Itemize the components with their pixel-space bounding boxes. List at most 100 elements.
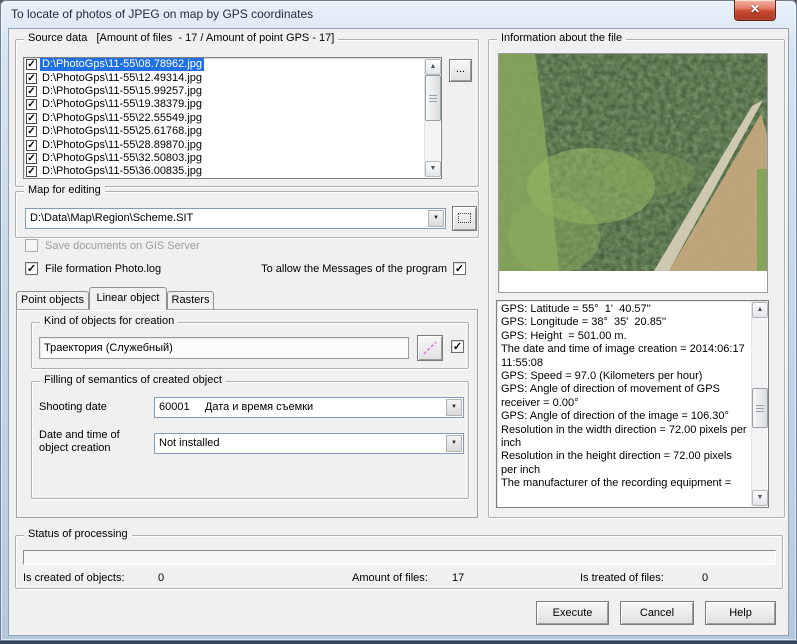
treated-files-value: 0 [702,572,708,584]
photolog-checkbox[interactable]: ✓ [25,262,38,275]
line-style-button[interactable] [417,335,443,361]
info-scrollbar[interactable]: ▲ ▼ [751,302,767,506]
check-icon: ✓ [27,167,35,176]
file-list-item[interactable]: ✓ D:\PhotoGps\11-55\25.61768.jpg [24,125,441,138]
scroll-down-icon[interactable]: ▼ [425,161,441,177]
file-checkbox[interactable]: ✓ [26,140,37,151]
dotted-rect-icon [458,213,471,223]
file-list-item[interactable]: ✓ D:\PhotoGps\11-55\32.50803.jpg [24,152,441,165]
map-combobox[interactable]: D:\Data\Map\Region\Scheme.SIT ▼ [25,208,446,229]
amount-files-value: 17 [452,572,464,584]
chevron-down-icon[interactable]: ▼ [446,399,462,416]
save-gis-checkbox [25,239,38,252]
file-list-scrollbar[interactable]: ▲ ▼ [424,59,440,177]
kind-field[interactable]: Траектория (Служебный) [39,337,409,359]
kind-group-label: Kind of objects for creation [40,315,178,327]
kind-checkbox[interactable]: ✓ [451,340,464,353]
execute-button[interactable]: Execute [536,601,609,625]
file-list-item[interactable]: ✓ D:\PhotoGps\11-55\12.49314.jpg [24,71,441,84]
scroll-thumb[interactable] [752,388,768,428]
tab-label: Point objects [21,294,84,306]
close-icon: ✕ [750,2,760,16]
file-list-item[interactable]: ✓ D:\PhotoGps\11-55\22.55549.jpg [24,112,441,125]
file-list-item[interactable]: ✓ D:\PhotoGps\11-55\28.89870.jpg [24,138,441,151]
cancel-button-label: Cancel [640,607,674,619]
source-data-label: Source data [Amount of files - 17 / Amou… [24,32,338,44]
creation-date-value: Not installed [159,437,443,449]
check-icon: ✓ [455,264,464,274]
tab-label: Linear object [97,292,160,304]
file-checkbox[interactable]: ✓ [26,113,37,124]
scroll-up-icon[interactable]: ▲ [752,302,768,318]
chevron-down-icon[interactable]: ▼ [428,210,444,227]
tab-point-objects[interactable]: Point objects [16,291,89,309]
photolog-label: File formation Photo.log [45,263,161,275]
execute-button-label: Execute [553,607,593,619]
file-list-item[interactable]: ✓ D:\PhotoGps\11-55\19.38379.jpg [24,98,441,111]
help-button[interactable]: Help [705,601,776,625]
file-checkbox[interactable]: ✓ [26,73,37,84]
file-path: D:\PhotoGps\11-55\28.89870.jpg [40,139,204,152]
check-icon: ✓ [27,74,35,83]
file-info-textbox[interactable]: GPS: Latitude = 55° 1' 40.57'' GPS: Long… [496,300,769,508]
aerial-forest-photo [499,54,767,271]
cancel-button[interactable]: Cancel [620,601,694,625]
treated-files-label: Is treated of files: [580,572,664,584]
file-checkbox[interactable]: ✓ [26,59,37,70]
file-path: D:\PhotoGps\11-55\32.50803.jpg [40,152,204,165]
check-icon: ✓ [27,154,35,163]
file-checkbox[interactable]: ✓ [26,86,37,97]
scroll-down-icon[interactable]: ▼ [752,490,768,506]
check-icon: ✓ [27,60,35,69]
file-path: D:\PhotoGps\11-55\36.00835.jpg [40,165,204,178]
save-gis-label: Save documents on GIS Server [45,240,200,252]
title-bar[interactable]: To locate of photos of JPEG on map by GP… [0,0,797,28]
file-list[interactable]: ✓ D:\PhotoGps\11-55\08.78962.jpg ✓ D:\Ph… [23,57,442,179]
created-objects-value: 0 [158,572,164,584]
close-button[interactable]: ✕ [734,0,776,21]
file-list-item[interactable]: ✓ D:\PhotoGps\11-55\36.00835.jpg [24,165,441,178]
file-checkbox[interactable]: ✓ [26,99,37,110]
tab-rasters[interactable]: Rasters [167,291,214,309]
check-icon: ✓ [27,264,36,274]
select-map-button[interactable] [452,206,477,231]
check-icon: ✓ [27,87,35,96]
check-icon: ✓ [27,127,35,136]
help-button-label: Help [729,607,752,619]
messages-checkbox[interactable]: ✓ [453,262,466,275]
map-group-label: Map for editing [24,184,105,196]
created-objects-label: Is created of objects: [23,572,125,584]
file-path: D:\PhotoGps\11-55\25.61768.jpg [40,125,204,138]
file-path: D:\PhotoGps\11-55\12.49314.jpg [40,72,204,85]
creation-date-combobox[interactable]: Not installed ▼ [154,433,464,454]
status-group-label: Status of processing [24,528,132,540]
file-checkbox[interactable]: ✓ [26,126,37,137]
photo-preview [498,53,768,293]
browse-files-button[interactable]: ... [449,59,472,82]
scroll-up-icon[interactable]: ▲ [425,59,441,75]
kind-field-value: Траектория (Служебный) [44,342,173,354]
file-path: D:\PhotoGps\11-55\22.55549.jpg [40,112,204,125]
tab-linear-object[interactable]: Linear object [89,287,167,310]
messages-label: To allow the Messages of the program [259,263,447,275]
dialog-window: To locate of photos of JPEG on map by GP… [0,0,797,644]
semantics-group-label: Filling of semantics of created object [40,374,226,386]
file-list-item[interactable]: ✓ D:\PhotoGps\11-55\08.78962.jpg [24,58,441,71]
file-path: D:\PhotoGps\11-55\08.78962.jpg [40,58,204,71]
file-checkbox[interactable]: ✓ [26,153,37,164]
file-list-item[interactable]: ✓ D:\PhotoGps\11-55\15.99257.jpg [24,85,441,98]
file-info-text: GPS: Latitude = 55° 1' 40.57'' GPS: Long… [501,303,748,505]
shooting-date-combobox[interactable]: 60001 Дата и время съемки ▼ [154,397,464,418]
file-checkbox[interactable]: ✓ [26,166,37,177]
map-combobox-value: D:\Data\Map\Region\Scheme.SIT [30,212,425,224]
shooting-date-label: Shooting date [39,401,107,413]
shooting-date-value: 60001 Дата и время съемки [159,401,443,413]
ellipsis-icon: ... [456,63,465,75]
tab-label: Rasters [172,294,210,306]
progress-bar [23,550,776,565]
check-icon: ✓ [27,141,35,150]
chevron-down-icon[interactable]: ▼ [446,435,462,452]
file-path: D:\PhotoGps\11-55\19.38379.jpg [40,98,204,111]
check-icon: ✓ [27,114,35,123]
scroll-thumb[interactable] [425,75,441,121]
